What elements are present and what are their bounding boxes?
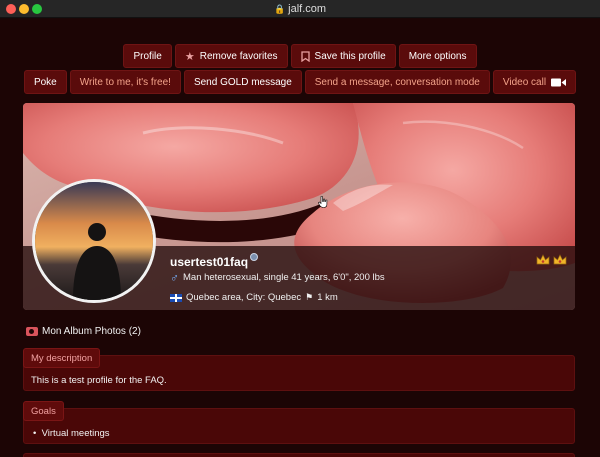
video-camera-icon bbox=[551, 78, 567, 86]
write-free-button[interactable]: Write to me, it's free! bbox=[69, 70, 181, 94]
star-icon: ★ bbox=[184, 50, 195, 63]
video-call-label: Video call bbox=[502, 76, 547, 88]
profile-location: Quebec area, City: Quebec ⚑ 1 km bbox=[170, 292, 338, 303]
remove-favorites-button[interactable]: ★ Remove favorites bbox=[174, 44, 288, 68]
crown-icon bbox=[553, 254, 567, 265]
description-title-label: My description bbox=[31, 352, 93, 364]
profile-button[interactable]: Profile bbox=[123, 44, 172, 68]
quebec-flag-icon bbox=[170, 293, 182, 302]
poke-button[interactable]: Poke bbox=[23, 70, 67, 94]
url-text: jalf.com bbox=[288, 3, 327, 15]
save-profile-label: Save this profile bbox=[314, 50, 386, 62]
next-section bbox=[23, 453, 575, 457]
goals-list-item: • Virtual meetings bbox=[33, 428, 110, 439]
photo-album-link[interactable]: Mon Album Photos (2) bbox=[26, 326, 141, 337]
more-options-button[interactable]: More options bbox=[398, 44, 477, 68]
conversation-mode-button[interactable]: Send a message, conversation mode bbox=[304, 70, 490, 94]
description-text: This is a test profile for the FAQ. bbox=[31, 375, 167, 386]
address-bar[interactable]: 🔒 jalf.com bbox=[0, 2, 600, 16]
description-title: My description bbox=[23, 348, 101, 368]
save-profile-button[interactable]: Save this profile bbox=[290, 44, 396, 68]
profile-details: ♂ Man heterosexual, single 41 years, 6'0… bbox=[170, 270, 385, 285]
profile-page: Profile ★ Remove favorites Save this pro… bbox=[0, 19, 600, 457]
lock-icon: 🔒 bbox=[273, 4, 286, 14]
location-text: Quebec area, City: Quebec bbox=[186, 292, 302, 303]
goals-title-label: Goals bbox=[31, 405, 56, 417]
flag-icon: ⚑ bbox=[305, 292, 314, 302]
profile-details-text: Man heterosexual, single 41 years, 6'0",… bbox=[183, 272, 385, 283]
profile-actions-row-2: Poke Write to me, it's free! Send GOLD m… bbox=[0, 70, 600, 94]
bookmark-icon bbox=[300, 50, 310, 62]
send-gold-message-button[interactable]: Send GOLD message bbox=[183, 70, 302, 94]
crown-icon bbox=[536, 254, 550, 265]
goals-item-text: Virtual meetings bbox=[41, 428, 110, 439]
profile-actions-row-1: Profile ★ Remove favorites Save this pro… bbox=[0, 44, 600, 68]
profile-button-label: Profile bbox=[133, 50, 162, 62]
hand-cursor-icon bbox=[318, 196, 328, 208]
camera-icon bbox=[26, 327, 38, 336]
avatar-photo bbox=[35, 182, 153, 300]
verified-badge-icon bbox=[250, 253, 258, 261]
write-free-label: Write to me, it's free! bbox=[79, 76, 171, 88]
photo-album-label: Mon Album Photos (2) bbox=[42, 326, 141, 337]
distance-text: 1 km bbox=[317, 292, 338, 303]
avatar[interactable] bbox=[32, 179, 156, 303]
membership-badges bbox=[536, 254, 567, 266]
more-options-label: More options bbox=[408, 50, 467, 62]
remove-favorites-label: Remove favorites bbox=[199, 50, 278, 62]
browser-titlebar: 🔒 jalf.com bbox=[0, 0, 600, 18]
username: usertest01faq bbox=[170, 255, 249, 269]
send-gold-label: Send GOLD message bbox=[193, 76, 292, 88]
video-call-button[interactable]: Video call bbox=[492, 70, 577, 94]
poke-label: Poke bbox=[33, 76, 57, 88]
conversation-label: Send a message, conversation mode bbox=[314, 76, 480, 88]
profile-cover: usertest01faq ♂ Man heterosexual, single… bbox=[23, 103, 575, 310]
goals-title: Goals bbox=[23, 401, 64, 421]
male-symbol-icon: ♂ bbox=[170, 270, 179, 285]
